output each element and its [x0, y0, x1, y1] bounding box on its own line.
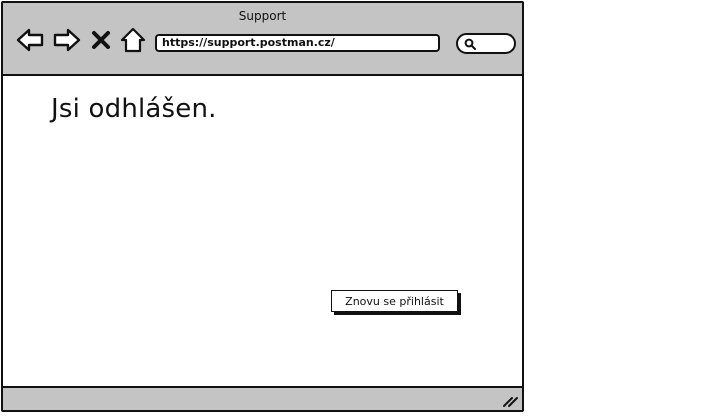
resize-grip[interactable] — [502, 393, 518, 407]
search-box[interactable] — [456, 33, 516, 54]
logged-out-heading: Jsi odhlášen. — [51, 94, 217, 124]
window-title: Support — [238, 9, 287, 23]
status-bar — [3, 386, 522, 410]
address-bar[interactable]: https://support.postman.cz/ — [155, 34, 440, 52]
forward-button[interactable] — [53, 27, 81, 53]
back-button[interactable] — [16, 27, 44, 53]
browser-toolbar: Support https://support.postman.cz/ — [3, 3, 522, 76]
browser-window: Support https://support.postman.cz/ Jsi … — [1, 1, 524, 412]
home-button[interactable] — [119, 27, 147, 53]
relogin-button[interactable]: Znovu se přihlásit — [331, 290, 458, 312]
resize-grip-icon — [503, 397, 518, 407]
arrow-left-icon — [16, 28, 44, 52]
home-icon — [120, 27, 146, 53]
close-icon — [92, 31, 110, 49]
arrow-right-icon — [53, 28, 81, 52]
stop-button[interactable] — [90, 27, 112, 53]
page-content: Jsi odhlášen. Znovu se přihlásit — [3, 76, 522, 386]
search-icon — [464, 38, 476, 50]
